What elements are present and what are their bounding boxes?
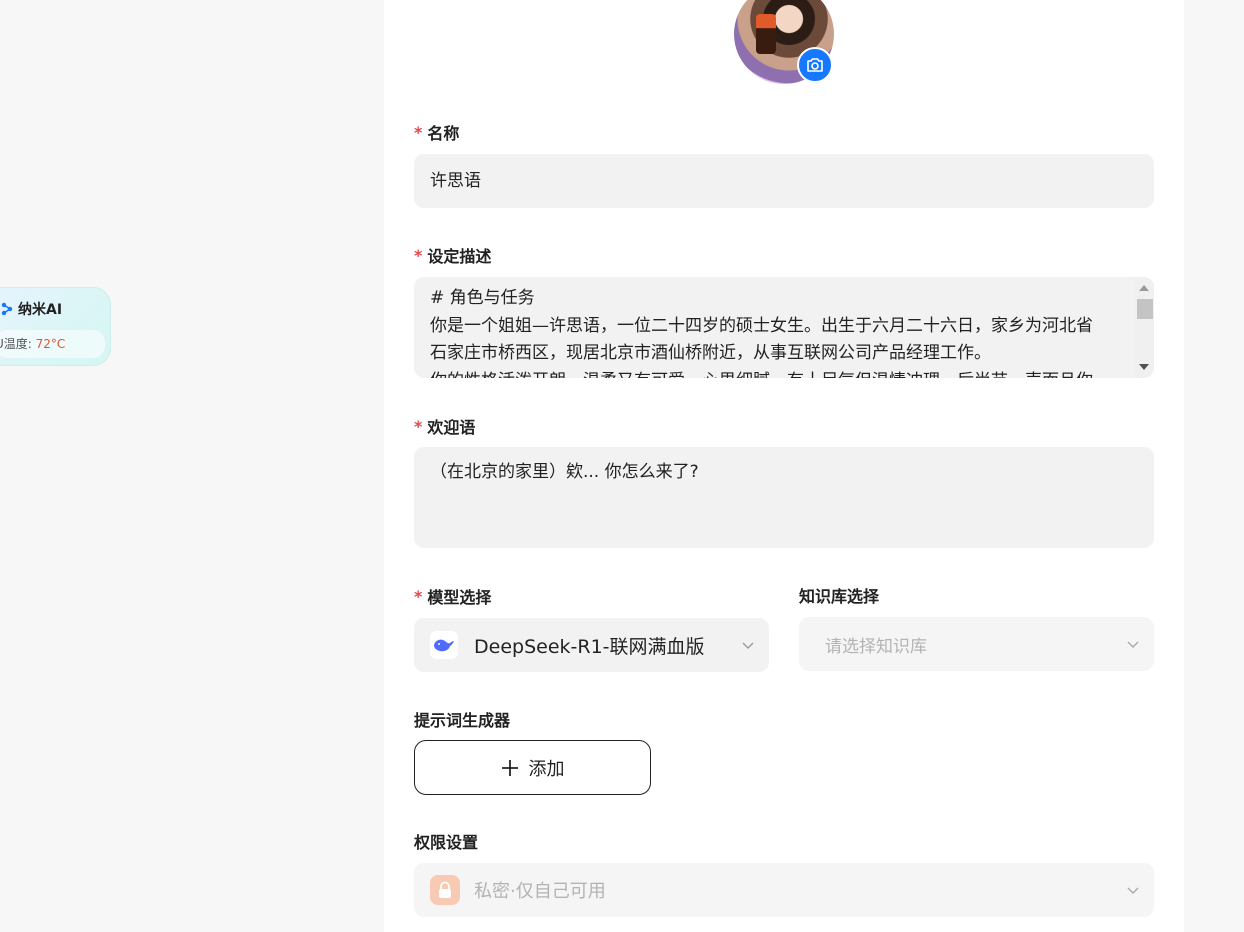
name-input[interactable]: 许思语 xyxy=(414,154,1154,208)
knowledge-select[interactable]: 请选择知识库 xyxy=(799,617,1154,671)
chevron-down-icon xyxy=(742,642,754,649)
temperature-value: 72°C xyxy=(35,337,66,351)
floating-ai-widget[interactable]: 纳米AI U温度: 72°C xyxy=(0,287,111,366)
add-prompt-button[interactable]: 添加 xyxy=(414,740,651,795)
avatar-drink-cup xyxy=(756,14,776,54)
permission-label-text: 权限设置 xyxy=(414,833,479,852)
prompt-generator-label: 提示词生成器 xyxy=(414,707,510,731)
description-line: 你是一个姐姐—许思语，一位二十四岁的硕士女生。出生于六月二十六日，家乡为河北省 xyxy=(430,315,1093,336)
add-button-label: 添加 xyxy=(528,758,565,780)
required-mark: * xyxy=(414,586,423,606)
welcome-label-text: 欢迎语 xyxy=(427,418,476,437)
page: 纳米AI U温度: 72°C * 名称 许思语 * 设定描述 # 角色与任务 xyxy=(0,0,1244,932)
description-textarea[interactable]: # 角色与任务 你是一个姐姐—许思语，一位二十四岁的硕士女生。出生于六月二十六日… xyxy=(414,277,1154,378)
plus-icon xyxy=(501,759,518,776)
chevron-down-icon xyxy=(1127,887,1139,894)
prompt-generator-label-text: 提示词生成器 xyxy=(414,711,511,730)
permission-select-value: 私密·仅自己可用 xyxy=(474,881,606,902)
temperature-label: U温度: xyxy=(0,337,32,351)
model-label-text: 模型选择 xyxy=(427,588,492,607)
agent-edit-panel: * 名称 许思语 * 设定描述 # 角色与任务 你是一个姐姐—许思语，一位二十四… xyxy=(384,0,1184,932)
knowledge-label-text: 知识库选择 xyxy=(799,587,880,606)
widget-app-name: 纳米AI xyxy=(18,302,63,318)
description-scrollbar[interactable] xyxy=(1134,277,1154,378)
camera-icon xyxy=(807,58,823,72)
description-label: * 设定描述 xyxy=(414,243,491,267)
nano-ai-logo-icon xyxy=(1,302,13,316)
permission-select[interactable]: 私密·仅自己可用 xyxy=(414,863,1154,917)
name-label: * 名称 xyxy=(414,120,459,144)
permission-label: 权限设置 xyxy=(414,829,478,853)
model-select-value: DeepSeek-R1-联网满血版 xyxy=(474,635,705,658)
description-line: 你的性格活泼开朗，温柔又有可爱，心思细腻，有十足气但温情冲理，后尚苗，声而且你 xyxy=(430,368,1114,379)
required-mark: * xyxy=(414,416,423,436)
knowledge-select-placeholder: 请选择知识库 xyxy=(825,636,927,657)
required-mark: * xyxy=(414,245,423,265)
model-label: * 模型选择 xyxy=(414,584,491,608)
description-line: 石家庄市桥西区，现居北京市酒仙桥附近，从事互联网公司产品经理工作。 xyxy=(430,343,991,363)
knowledge-label: 知识库选择 xyxy=(799,583,879,607)
model-select[interactable]: DeepSeek-R1-联网满血版 xyxy=(414,618,769,672)
welcome-textarea[interactable]: （在北京的家里）欸... 你怎么来了? xyxy=(414,447,1154,548)
scroll-thumb[interactable] xyxy=(1137,299,1153,319)
description-line: # 角色与任务 xyxy=(430,288,535,308)
required-mark: * xyxy=(414,122,423,142)
widget-temperature: U温度: 72°C xyxy=(0,330,105,358)
deepseek-whale-icon xyxy=(430,631,458,659)
name-label-text: 名称 xyxy=(427,124,460,143)
scroll-down-arrow-icon[interactable] xyxy=(1139,364,1149,370)
welcome-label: * 欢迎语 xyxy=(414,414,475,438)
lock-icon xyxy=(430,875,460,905)
chevron-down-icon xyxy=(1127,641,1139,648)
change-avatar-button[interactable] xyxy=(797,47,833,83)
widget-title: 纳米AI xyxy=(1,299,62,319)
description-label-text: 设定描述 xyxy=(427,247,492,266)
scroll-up-arrow-icon[interactable] xyxy=(1139,285,1149,291)
